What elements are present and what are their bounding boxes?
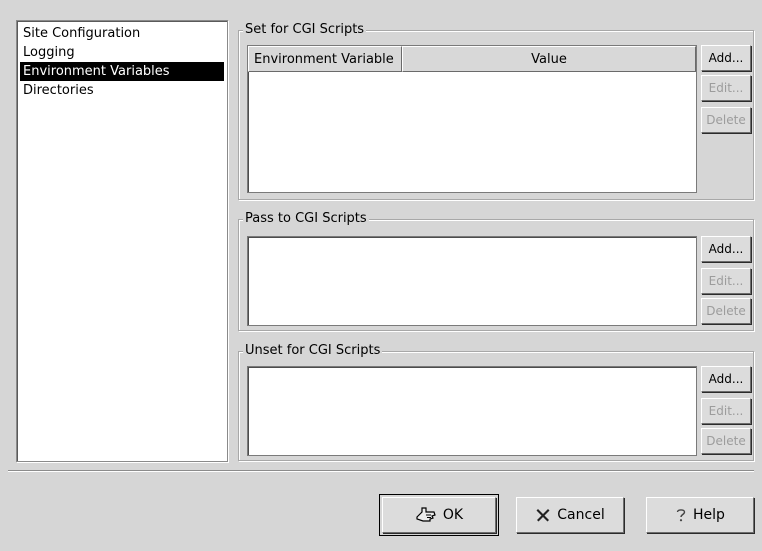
cancel-button[interactable]: Cancel bbox=[516, 497, 624, 533]
pass-cgi-group: Pass to CGI Scripts Add... Edit... Delet… bbox=[238, 211, 754, 331]
unset-cgi-list[interactable] bbox=[247, 366, 697, 456]
nav-item-label: Site Configuration bbox=[23, 26, 141, 41]
set-cgi-group: Set for CGI Scripts Environment Variable… bbox=[238, 22, 754, 200]
nav-item-logging[interactable]: Logging bbox=[20, 43, 224, 62]
set-edit-button[interactable]: Edit... bbox=[701, 75, 751, 101]
column-header-environment-variable[interactable]: Environment Variable bbox=[248, 46, 402, 72]
unset-cgi-group: Unset for CGI Scripts Add... Edit... Del… bbox=[238, 343, 754, 461]
group-title: Pass to CGI Scripts bbox=[243, 211, 369, 227]
group-title: Unset for CGI Scripts bbox=[243, 343, 383, 359]
nav-item-site-configuration[interactable]: Site Configuration bbox=[20, 24, 224, 43]
set-add-button[interactable]: Add... bbox=[701, 45, 751, 71]
ok-button[interactable]: OK bbox=[379, 494, 499, 536]
unset-delete-button[interactable]: Delete bbox=[701, 428, 751, 454]
nav-item-label: Logging bbox=[23, 45, 75, 60]
help-label: Help bbox=[693, 507, 725, 523]
separator bbox=[8, 470, 754, 472]
pass-cgi-list[interactable] bbox=[247, 236, 697, 326]
cancel-label: Cancel bbox=[557, 507, 605, 523]
ok-label: OK bbox=[442, 507, 464, 523]
hand-pointer-icon bbox=[415, 506, 437, 524]
pass-delete-button[interactable]: Delete bbox=[701, 298, 751, 324]
help-button[interactable]: Help bbox=[646, 497, 754, 533]
table-header: Environment Variable Value bbox=[248, 46, 696, 72]
x-cancel-icon bbox=[535, 507, 551, 523]
column-header-value[interactable]: Value bbox=[402, 46, 696, 72]
group-title: Set for CGI Scripts bbox=[243, 22, 367, 38]
section-list[interactable]: Site Configuration Logging Environment V… bbox=[16, 20, 228, 462]
nav-item-label: Directories bbox=[23, 83, 94, 98]
apache-config-dialog: Site Configuration Logging Environment V… bbox=[0, 0, 762, 551]
unset-add-button[interactable]: Add... bbox=[701, 366, 751, 392]
pass-add-button[interactable]: Add... bbox=[701, 236, 751, 262]
pass-edit-button[interactable]: Edit... bbox=[701, 268, 751, 294]
nav-item-label: Environment Variables bbox=[23, 64, 170, 79]
set-delete-button[interactable]: Delete bbox=[701, 107, 751, 133]
nav-item-environment-variables[interactable]: Environment Variables bbox=[20, 62, 224, 81]
nav-item-directories[interactable]: Directories bbox=[20, 81, 224, 100]
set-cgi-table[interactable]: Environment Variable Value bbox=[247, 45, 697, 193]
question-icon bbox=[675, 507, 687, 523]
unset-edit-button[interactable]: Edit... bbox=[701, 398, 751, 424]
